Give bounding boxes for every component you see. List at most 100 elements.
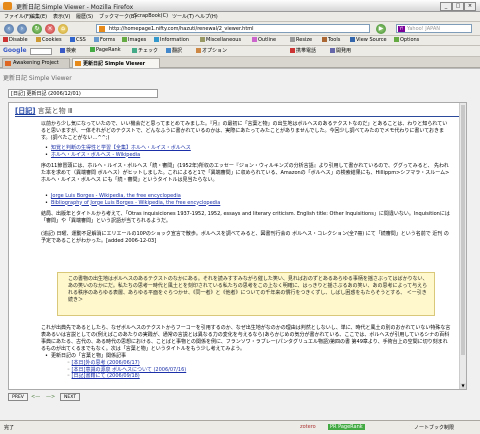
related-header: 更新日記の「言葉と物」関係記事 <box>51 353 126 360</box>
tab-bar: Awakening Project 更新日記 Simple Viewer <box>0 57 480 68</box>
entry-paragraph-3: 結局、出版年とタイトルから考えて、「Otras inquisiciones 19… <box>41 211 450 224</box>
forward-icon[interactable]: › <box>17 24 27 34</box>
webdeveloper-toolbar: Disable Cookies CSS Forms Images Informa… <box>0 36 480 46</box>
page-title: 更新日記 Simple Viewer <box>3 75 72 82</box>
menu-tools[interactable]: ツール(T) <box>172 13 194 20</box>
link-borges-wikipedia[interactable]: ホルヘ・ルイス・ボルヘス - Wikipedia <box>51 152 140 158</box>
navigation-toolbar: ‹ › ↻ × ⌂ http://homepage1.nifty.com/haz… <box>0 22 480 36</box>
minimize-button[interactable]: _ <box>440 2 452 11</box>
entry-tag-link[interactable]: [日記] <box>15 107 35 115</box>
stop-icon[interactable]: × <box>45 24 55 34</box>
tb-misc[interactable]: Miscellaneous <box>200 37 241 43</box>
tb-options[interactable]: Options <box>394 37 419 43</box>
tb-disable[interactable]: Disable <box>3 37 28 43</box>
page-content: 更新日記 Simple Viewer [日記] 更新日記 (2006/12/01… <box>0 68 480 420</box>
link-borges-collection[interactable]: 知覚と判断の生得性と学習【全集】ホルヘ・ルイス・ボルヘス <box>51 145 191 151</box>
source-icon <box>350 37 355 42</box>
tb-resize[interactable]: Resize <box>290 37 312 43</box>
status-right: ノートブック制限 <box>414 425 455 431</box>
scrollbar-thumb[interactable] <box>461 105 465 355</box>
menu-edit[interactable]: 編集(E) <box>30 13 47 20</box>
translate-icon <box>166 48 171 53</box>
scroll-down-arrow[interactable]: ▼ <box>460 383 466 389</box>
entry-panel: [日記] 言葉と物 Ⅲ 以前から少し気になっていたので、いい機会だと思ってまとめ… <box>8 102 467 390</box>
entry-title: 言葉と物 Ⅲ <box>37 107 73 115</box>
translate-button[interactable]: 翻訳 <box>166 47 182 54</box>
misc-icon <box>200 37 205 42</box>
related-link-1[interactable]: [本日]外の思考 (2006/06/17) <box>72 360 140 366</box>
tb-css[interactable]: CSS <box>70 37 86 43</box>
tb-outline[interactable]: Outline <box>252 37 276 43</box>
entry-paragraph-5: これが出典先であるとしたら、なぜボルヘスのテクストからフーコーを引用するのか、な… <box>41 325 451 352</box>
options-button[interactable]: オプション <box>196 47 227 54</box>
maximize-button[interactable]: □ <box>452 2 464 11</box>
zotero-button[interactable]: zotero <box>300 424 316 430</box>
css-icon <box>70 37 75 42</box>
related-link-3[interactable]: [日記]書籍にて (2006/09/18) <box>72 373 140 379</box>
tb-information[interactable]: Information <box>154 37 189 43</box>
firefox-icon <box>3 2 12 10</box>
prev-arrow: <— <box>31 394 41 400</box>
entry-paragraph-2: 序の11節冒頭には、ホルヘ・ルイス・ボルヘス「続・審問」(1952年)所収のエッ… <box>41 163 450 183</box>
menu-scrapbook[interactable]: ScrapBook(C) <box>134 13 168 19</box>
site-favicon <box>99 26 105 32</box>
disable-icon <box>3 37 8 42</box>
search-icon <box>60 48 65 53</box>
tb-cookies[interactable]: Cookies <box>36 37 62 43</box>
related-articles: [本日]外の思考 (2006/06/17) [本日]意識の源泉 ボルヘスについて… <box>67 360 187 380</box>
address-text: http://homepage1.nifty.com/hazuti/renewa… <box>109 26 254 32</box>
next-button[interactable]: NEXT <box>60 393 80 401</box>
next-arrow: —> <box>46 394 56 400</box>
tools-icon <box>322 37 327 42</box>
google-toolbar: Google 検索 PageRank チェック 翻訳 オプション 携帯電話 開発… <box>0 46 480 57</box>
cookie-icon <box>36 37 41 42</box>
tb-images[interactable]: Images <box>122 37 146 43</box>
window-titlebar: 更新日記 Simple Viewer - Mozilla Firefox _ □… <box>0 0 480 12</box>
pagerank-button[interactable]: PageRank <box>90 47 121 53</box>
tb-tools[interactable]: Tools <box>322 37 340 43</box>
pagerank-icon <box>90 47 95 52</box>
check-button[interactable]: チェック <box>132 47 158 54</box>
check-icon <box>132 48 137 53</box>
menu-history[interactable]: 履歴(S) <box>76 13 93 20</box>
address-bar[interactable]: http://homepage1.nifty.com/hazuti/renewa… <box>96 24 370 33</box>
search-placeholder: Yahoo! JAPAN <box>407 26 440 32</box>
go-icon[interactable]: ▶ <box>376 24 386 34</box>
menu-bookmarks[interactable]: ブックマーク(B) <box>99 13 136 20</box>
tab-label: Awakening Project <box>13 60 59 66</box>
prev-button[interactable]: PREV <box>8 393 28 401</box>
link-bibliography-wiki[interactable]: Bibliography of Jorge Luis Borges - Wiki… <box>51 200 220 206</box>
search-input[interactable]: Y! Yahoo! JAPAN <box>396 24 472 33</box>
dev-button[interactable]: 開発用 <box>330 47 351 54</box>
tb-viewsource[interactable]: View Source <box>350 37 387 43</box>
mobile-button[interactable]: 携帯電話 <box>290 47 316 54</box>
google-search-button[interactable]: 検索 <box>60 47 76 54</box>
tab-favicon <box>75 61 81 66</box>
entry-paragraph-1: 以前から少し気になっていたので、いい機会だと思ってまとめてみました。『月』の最初… <box>41 121 448 141</box>
menu-help[interactable]: ヘルプ(H) <box>195 13 218 20</box>
outline-icon <box>252 37 257 42</box>
menu-file[interactable]: ファイル(F) <box>4 13 31 20</box>
tab-simple-viewer[interactable]: 更新日記 Simple Viewer <box>72 58 160 68</box>
heading-divider <box>15 116 459 117</box>
status-text: 完了 <box>4 425 15 431</box>
google-search-input[interactable] <box>30 48 52 55</box>
tab-label: 更新日記 Simple Viewer <box>83 61 146 67</box>
pagerank-indicator: PR PageRank <box>328 424 365 430</box>
link-list-1: 知覚と判断の生得性と学習【全集】ホルヘ・ルイス・ボルヘス ホルヘ・ルイス・ボルヘ… <box>51 145 191 158</box>
back-icon[interactable]: ‹ <box>4 24 14 34</box>
diary-select[interactable]: [日記] 更新日記 (2006/12/01) <box>8 89 158 98</box>
resize-icon <box>290 37 295 42</box>
related-link-2[interactable]: [本日]意識の源泉 ボルヘスについて (2006/07/16) <box>72 367 187 373</box>
forms-icon <box>94 37 99 42</box>
close-button[interactable]: × <box>464 2 476 11</box>
reload-icon[interactable]: ↻ <box>32 24 42 34</box>
related-header-list: 更新日記の「言葉と物」関係記事 <box>51 353 126 360</box>
tab-awakening-project[interactable]: Awakening Project <box>2 58 70 68</box>
link-jorge-borges-wiki[interactable]: Jorge Luis Borges - Wikipedia, the free … <box>51 193 181 199</box>
menu-view[interactable]: 表示(V) <box>53 13 70 20</box>
tb-forms[interactable]: Forms <box>94 37 115 43</box>
window-title: 更新日記 Simple Viewer - Mozilla Firefox <box>16 4 134 11</box>
vertical-scrollbar[interactable]: ▼ <box>459 103 466 389</box>
home-icon[interactable]: ⌂ <box>58 24 68 34</box>
